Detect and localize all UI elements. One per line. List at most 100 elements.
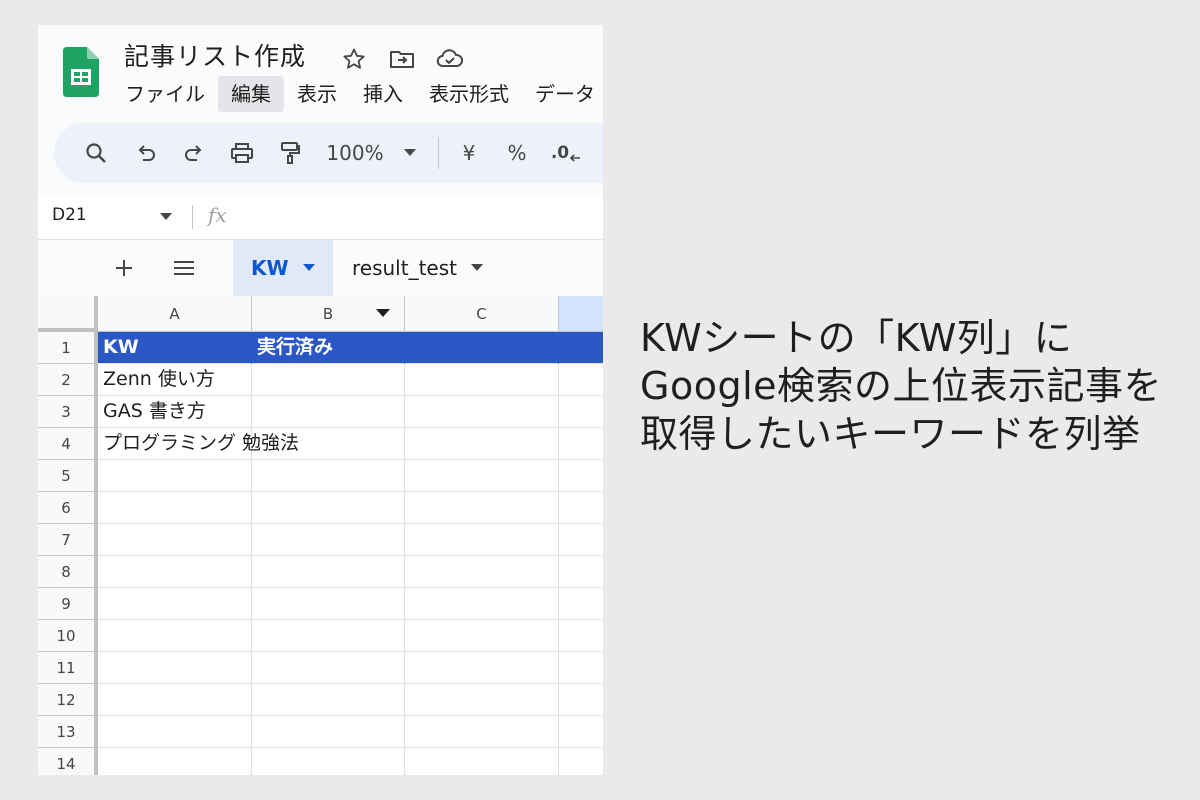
chevron-down-icon[interactable] (302, 263, 317, 273)
cell[interactable] (252, 620, 405, 652)
cell[interactable] (98, 460, 252, 492)
row-header[interactable]: 14 (38, 748, 98, 775)
cell[interactable] (559, 396, 603, 428)
print-icon[interactable] (224, 133, 260, 173)
decrease-decimal-button[interactable]: .0 (546, 133, 586, 173)
select-all-corner[interactable] (38, 296, 98, 332)
row-header[interactable]: 4 (38, 428, 98, 460)
cell[interactable] (559, 652, 603, 684)
cell[interactable] (405, 364, 559, 396)
cell[interactable] (98, 716, 252, 748)
cell[interactable]: プログラミング 勉強法 (98, 428, 299, 460)
cloud-saved-icon[interactable] (436, 45, 464, 73)
sheet-tab-kw[interactable]: KW (233, 240, 333, 296)
cell[interactable] (98, 556, 252, 588)
redo-icon[interactable] (176, 133, 212, 173)
currency-format-button[interactable]: ¥ (454, 133, 484, 173)
column-header-c[interactable]: C (405, 296, 559, 332)
zoom-select[interactable]: 100% (324, 133, 386, 173)
cell[interactable] (252, 684, 405, 716)
zoom-chevron-down-icon[interactable] (400, 133, 420, 173)
cell[interactable] (405, 524, 559, 556)
cell[interactable]: GAS 書き方 (98, 396, 252, 428)
cell[interactable] (405, 460, 559, 492)
cell[interactable] (405, 684, 559, 716)
cell[interactable] (559, 428, 603, 460)
row-header[interactable]: 12 (38, 684, 98, 716)
all-sheets-menu-icon[interactable] (170, 254, 198, 282)
cell[interactable] (559, 588, 603, 620)
filter-dropdown-icon[interactable] (376, 308, 390, 318)
paint-format-icon[interactable] (272, 133, 308, 173)
cell[interactable] (252, 748, 405, 775)
cell[interactable] (252, 716, 405, 748)
cell[interactable] (252, 460, 405, 492)
cell[interactable] (405, 428, 559, 460)
search-menus-icon[interactable] (76, 133, 116, 173)
cell[interactable] (559, 748, 603, 775)
cell[interactable] (98, 524, 252, 556)
column-header-d[interactable] (559, 296, 603, 332)
cell[interactable] (98, 748, 252, 775)
cell[interactable] (98, 620, 252, 652)
cell[interactable] (559, 556, 603, 588)
cell[interactable] (559, 684, 603, 716)
menu-edit[interactable]: 編集 (218, 76, 284, 112)
row-header[interactable]: 1 (38, 332, 98, 364)
row-header[interactable]: 3 (38, 396, 98, 428)
google-sheets-logo-icon[interactable] (63, 47, 99, 97)
cell[interactable] (252, 556, 405, 588)
menu-insert[interactable]: 挿入 (350, 76, 416, 112)
row-header[interactable]: 9 (38, 588, 98, 620)
cell[interactable] (252, 588, 405, 620)
cell[interactable] (559, 716, 603, 748)
menu-file[interactable]: ファイル (112, 76, 218, 112)
cell[interactable] (252, 396, 405, 428)
undo-icon[interactable] (128, 133, 164, 173)
row-header[interactable]: 8 (38, 556, 98, 588)
cell[interactable] (252, 492, 405, 524)
cell[interactable] (98, 492, 252, 524)
percent-format-button[interactable]: % (502, 133, 532, 173)
cell[interactable] (405, 716, 559, 748)
cell[interactable] (252, 428, 405, 460)
cell[interactable] (98, 588, 252, 620)
menu-format[interactable]: 表示形式 (416, 76, 522, 112)
cell[interactable] (405, 556, 559, 588)
cell[interactable] (405, 588, 559, 620)
row-header[interactable]: 2 (38, 364, 98, 396)
sheet-tab-result-test[interactable]: result_test (338, 240, 499, 296)
cell[interactable] (559, 524, 603, 556)
cell[interactable] (98, 652, 252, 684)
cell[interactable] (252, 524, 405, 556)
cell[interactable]: 実行済み (252, 332, 405, 364)
column-header-b[interactable]: B (252, 296, 405, 332)
row-header[interactable]: 10 (38, 620, 98, 652)
row-header[interactable]: 5 (38, 460, 98, 492)
cell[interactable] (559, 460, 603, 492)
cell[interactable]: KW (98, 332, 252, 364)
cell[interactable] (405, 748, 559, 775)
add-sheet-icon[interactable] (110, 254, 138, 282)
cell[interactable] (405, 620, 559, 652)
menu-view[interactable]: 表示 (284, 76, 350, 112)
cell[interactable] (405, 396, 559, 428)
cell[interactable]: Zenn 使い方 (98, 364, 252, 396)
row-header[interactable]: 13 (38, 716, 98, 748)
cell[interactable] (252, 364, 405, 396)
chevron-down-icon[interactable] (471, 263, 485, 273)
move-to-folder-icon[interactable] (388, 45, 416, 73)
star-icon[interactable] (340, 45, 368, 73)
row-header[interactable]: 11 (38, 652, 98, 684)
cell[interactable] (405, 492, 559, 524)
cell[interactable] (98, 684, 252, 716)
row-header[interactable]: 7 (38, 524, 98, 556)
cell[interactable] (405, 332, 559, 364)
cell[interactable] (405, 652, 559, 684)
name-box[interactable]: D21 (52, 205, 87, 225)
document-title[interactable]: 記事リスト作成 (124, 39, 306, 75)
name-box-chevron-down-icon[interactable] (160, 205, 174, 229)
row-header[interactable]: 6 (38, 492, 98, 524)
menu-data[interactable]: データ (522, 76, 603, 112)
cell[interactable] (252, 652, 405, 684)
